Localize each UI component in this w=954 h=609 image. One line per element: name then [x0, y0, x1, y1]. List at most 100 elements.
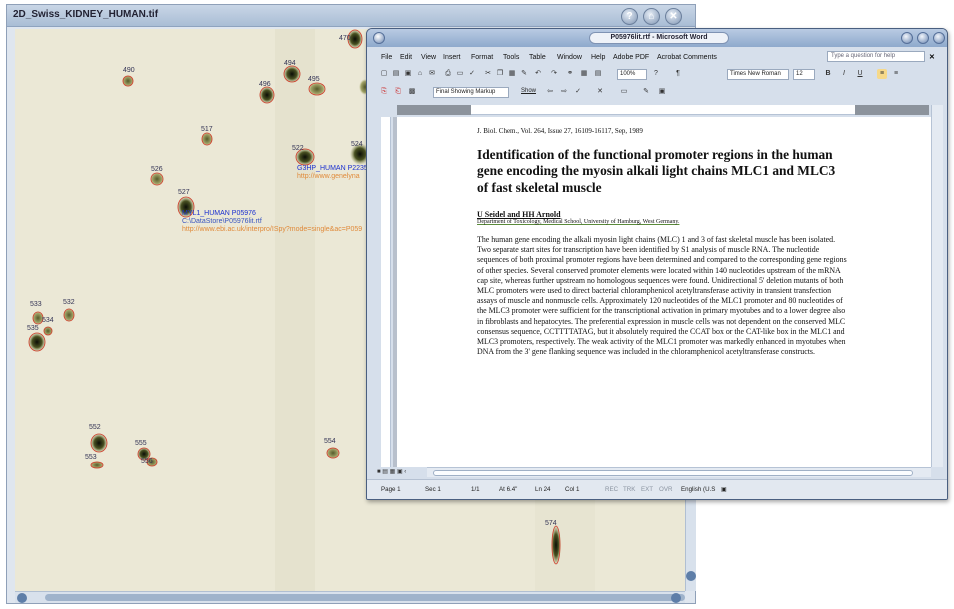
review-icon[interactable]: ▩	[407, 87, 417, 97]
new-icon[interactable]: ▢	[379, 69, 389, 79]
cut-icon[interactable]: ✂	[483, 69, 493, 79]
scroll-down-button[interactable]	[686, 571, 696, 581]
scrollbar-thumb[interactable]	[433, 470, 913, 476]
undo-icon[interactable]: ↶	[533, 69, 543, 79]
horizontal-scrollbar[interactable]	[15, 591, 685, 603]
font-select[interactable]: Times New Roman	[727, 69, 789, 80]
gel-spot[interactable]	[63, 308, 75, 322]
track-changes-icon[interactable]: ✎	[641, 87, 651, 97]
close-button[interactable]	[933, 32, 945, 44]
gel-spot[interactable]	[122, 75, 134, 87]
menu-tools[interactable]: Tools	[503, 54, 519, 61]
redo-icon[interactable]: ↷	[549, 69, 559, 79]
pdf-icon[interactable]: ⎘	[379, 87, 389, 97]
spelling-status-icon[interactable]: ▣	[721, 486, 727, 493]
gel-spot[interactable]	[326, 447, 340, 459]
scrollbar-thumb[interactable]	[45, 594, 685, 601]
next-change-icon[interactable]: ⇨	[559, 87, 569, 97]
save-icon[interactable]: ▣	[403, 69, 413, 79]
gel-spot[interactable]	[283, 65, 301, 83]
annotation-protein-name[interactable]: MYL1_HUMAN P05976	[182, 210, 256, 217]
menu-edit[interactable]: Edit	[400, 54, 412, 61]
tables-icon[interactable]: ▦	[579, 69, 589, 79]
horizontal-ruler[interactable]	[397, 105, 929, 115]
status-trk[interactable]: TRK	[623, 486, 635, 493]
menu-adobe-pdf[interactable]: Adobe PDF	[613, 54, 649, 61]
gel-spot[interactable]	[551, 525, 561, 565]
annotation-protein-name[interactable]: G3HP_HUMAN P2235	[297, 165, 368, 172]
align-center-icon[interactable]: ≡	[891, 69, 901, 79]
menu-help[interactable]: Help	[591, 54, 605, 61]
underline-button[interactable]: U	[855, 69, 865, 79]
spot-label: 555	[135, 440, 147, 447]
gel-window-titlebar[interactable]: 2D_Swiss_KIDNEY_HUMAN.tif ? ⌂ ✕	[7, 5, 695, 27]
bold-button[interactable]: B	[823, 69, 833, 79]
gel-spot[interactable]	[201, 132, 213, 146]
menu-view[interactable]: View	[421, 54, 436, 61]
zoom-select[interactable]: 100%	[617, 69, 647, 80]
font-size-select[interactable]: 12	[793, 69, 815, 80]
italic-button[interactable]: I	[839, 69, 849, 79]
gel-spot[interactable]	[28, 332, 46, 352]
document-content[interactable]: J. Biol. Chem., Vol. 264, Issue 27, 1610…	[477, 127, 849, 357]
spelling-icon[interactable]: ✓	[467, 69, 477, 79]
accept-change-icon[interactable]: ✓	[573, 87, 583, 97]
paste-icon[interactable]: ▦	[507, 69, 517, 79]
gel-spot[interactable]	[43, 326, 53, 336]
document-horizontal-scrollbar[interactable]	[427, 467, 931, 477]
copy-icon[interactable]: ❐	[495, 69, 505, 79]
gel-spot[interactable]	[150, 172, 164, 186]
gel-spot[interactable]	[259, 86, 275, 104]
menu-acrobat-comments[interactable]: Acrobat Comments	[657, 54, 717, 61]
reviewing-pane-icon[interactable]: ▣	[657, 87, 667, 97]
annotation-file-link[interactable]: C:\DataStore\P05976lit.rtf	[182, 218, 262, 225]
align-left-icon[interactable]: ≡	[877, 69, 887, 79]
menu-file[interactable]: File	[381, 54, 392, 61]
status-ext[interactable]: EXT	[641, 486, 653, 493]
word-titlebar[interactable]: P05976lit.rtf - Microsoft Word	[367, 29, 947, 47]
scroll-left-button[interactable]	[17, 593, 27, 603]
reject-change-icon[interactable]: ✕	[595, 87, 605, 97]
menu-table[interactable]: Table	[529, 54, 546, 61]
styles-icon[interactable]: ¶	[673, 69, 683, 79]
status-rec[interactable]: REC	[605, 486, 618, 493]
new-comment-icon[interactable]: ▭	[619, 87, 629, 97]
gel-spot[interactable]	[308, 82, 326, 96]
display-for-review-select[interactable]: Final Showing Markup	[433, 87, 509, 98]
previous-change-icon[interactable]: ⇦	[545, 87, 555, 97]
help-search-input[interactable]: Type a question for help	[827, 51, 925, 62]
permission-icon[interactable]: ⌂	[415, 69, 425, 79]
window-menu-icon[interactable]	[373, 32, 385, 44]
menu-format[interactable]: Format	[471, 54, 493, 61]
annotation-url-link[interactable]: http://www.genelyna	[297, 173, 360, 180]
format-painter-icon[interactable]: ✎	[519, 69, 529, 79]
open-icon[interactable]: ▤	[391, 69, 401, 79]
restore-button[interactable]: ⌂	[643, 8, 660, 25]
minimize-button[interactable]	[901, 32, 913, 44]
article-authors[interactable]: U Seidel and HH Arnold	[477, 210, 849, 219]
status-ovr[interactable]: OVR	[659, 486, 672, 493]
maximize-button[interactable]	[917, 32, 929, 44]
vertical-ruler[interactable]	[381, 117, 391, 467]
hyperlink-icon[interactable]: ⚭	[565, 69, 575, 79]
document-page[interactable]: J. Biol. Chem., Vol. 264, Issue 27, 1610…	[397, 117, 931, 467]
scroll-right-button[interactable]	[671, 593, 681, 603]
close-button[interactable]: ✕	[665, 8, 682, 25]
print-preview-icon[interactable]: ▭	[455, 69, 465, 79]
menu-insert[interactable]: Insert	[443, 54, 461, 61]
pdf-mail-icon[interactable]: ⎗	[393, 87, 403, 97]
email-icon[interactable]: ✉	[427, 69, 437, 79]
show-menu[interactable]: Show	[521, 88, 536, 94]
help-icon[interactable]: ?	[651, 69, 661, 79]
close-document-icon[interactable]: ✕	[929, 53, 935, 61]
annotation-url-link[interactable]: http://www.ebi.ac.uk/interpro/ISpy?mode=…	[182, 226, 362, 233]
help-button[interactable]: ?	[621, 8, 638, 25]
excel-icon[interactable]: ▤	[593, 69, 603, 79]
view-buttons[interactable]: ■ ▤ ▦ ▣ ‹	[377, 468, 425, 477]
menu-window[interactable]: Window	[557, 54, 582, 61]
document-vertical-scrollbar[interactable]	[931, 105, 943, 467]
gel-spot[interactable]	[90, 433, 108, 453]
print-icon[interactable]: ⎙	[443, 69, 453, 79]
gel-spot[interactable]	[90, 461, 104, 469]
document-area[interactable]: J. Biol. Chem., Vol. 264, Issue 27, 1610…	[393, 117, 931, 467]
